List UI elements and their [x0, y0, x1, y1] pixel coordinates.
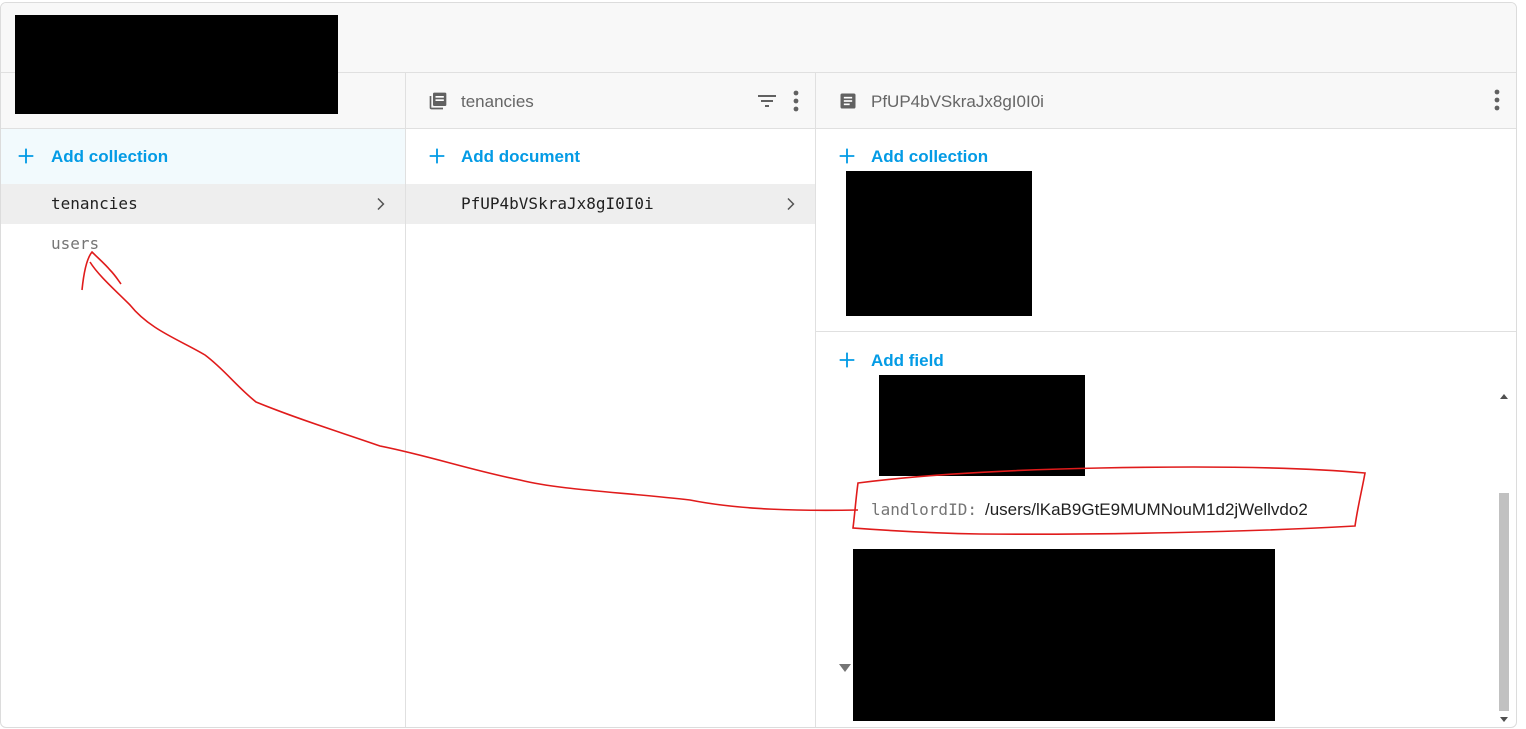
- add-collection-button[interactable]: Add collection: [1, 129, 405, 184]
- add-subcollection-label: Add collection: [871, 147, 989, 166]
- scroll-up-arrow-icon[interactable]: [1499, 392, 1509, 402]
- field-key: landlordID:: [871, 500, 977, 519]
- redacted-block: [15, 15, 338, 114]
- collection-item-label: tenancies: [51, 194, 138, 213]
- fields-scrollbar[interactable]: [1496, 388, 1512, 727]
- field-value: /users/lKaB9GtE9MUMNouM1d2jWellvdo2: [984, 500, 1308, 519]
- plus-icon: [839, 148, 855, 164]
- redacted-block: [846, 171, 1032, 316]
- document-panel: PfUP4bVSkraJx8gI0I0i Add collection Add …: [816, 73, 1516, 727]
- add-document-button[interactable]: Add document: [406, 129, 815, 184]
- plus-icon: [429, 148, 445, 164]
- plus-icon: [839, 352, 855, 368]
- chevron-right-icon: [787, 198, 795, 210]
- document-panel-title: PfUP4bVSkraJx8gI0I0i: [871, 92, 1044, 111]
- scroll-down-arrow-icon[interactable]: [1499, 714, 1509, 724]
- documents-panel-title: tenancies: [461, 92, 534, 111]
- add-collection-label: Add collection: [51, 147, 169, 166]
- caret-down-icon[interactable]: [838, 663, 852, 673]
- field-row-landlord-id[interactable]: landlordID: /users/lKaB9GtE9MUMNouM1d2jWe…: [871, 500, 1308, 520]
- collection-stack-icon: [429, 92, 447, 110]
- filter-icon[interactable]: [755, 89, 779, 113]
- collection-item-label: users: [51, 234, 100, 253]
- more-vert-icon[interactable]: [1494, 89, 1500, 111]
- firestore-console: Add collection tenancies users tenancies: [0, 2, 1517, 728]
- documents-panel: tenancies Add document PfUP4bVSkraJx8gI0…: [406, 73, 816, 727]
- document-item-label: PfUP4bVSkraJx8gI0I0i: [461, 194, 654, 213]
- scroll-thumb[interactable]: [1499, 493, 1509, 711]
- document-icon: [840, 93, 856, 109]
- chevron-right-icon: [377, 198, 385, 210]
- collection-item-tenancies[interactable]: tenancies: [1, 184, 405, 224]
- document-header: PfUP4bVSkraJx8gI0I0i: [816, 73, 1516, 129]
- collections-panel: Add collection tenancies users: [1, 73, 406, 727]
- document-item[interactable]: PfUP4bVSkraJx8gI0I0i: [406, 184, 815, 224]
- plus-icon: [18, 148, 34, 164]
- redacted-block: [879, 375, 1085, 476]
- collection-item-users[interactable]: users: [1, 224, 405, 264]
- add-field-label: Add field: [871, 351, 944, 370]
- more-vert-icon[interactable]: [793, 90, 799, 112]
- redacted-block: [853, 549, 1275, 721]
- documents-header: tenancies: [406, 73, 815, 129]
- top-bar: [1, 3, 1516, 114]
- add-document-label: Add document: [461, 147, 580, 166]
